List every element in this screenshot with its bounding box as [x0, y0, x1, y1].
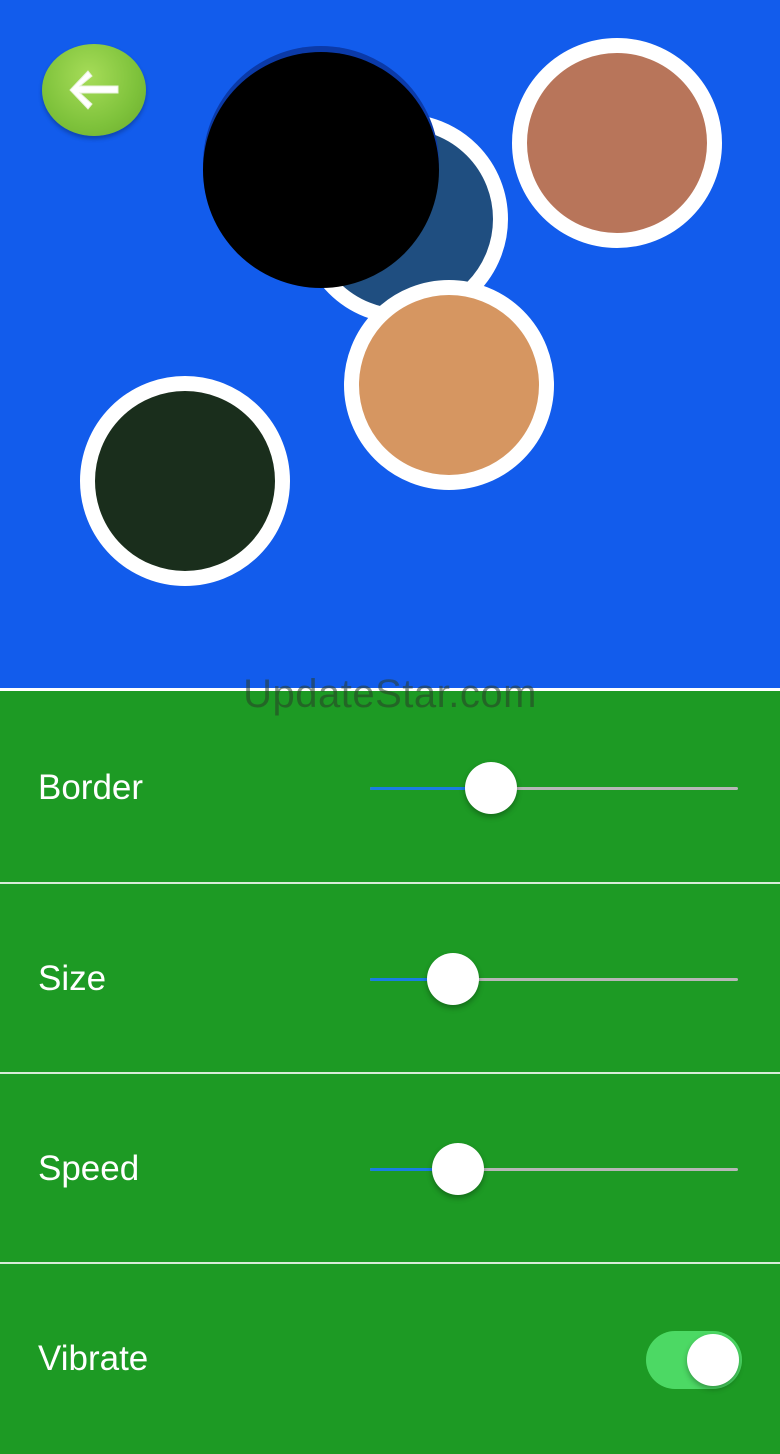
settings-row-border: Border — [0, 693, 780, 883]
back-button[interactable] — [42, 44, 146, 136]
bubble-orange[interactable] — [344, 280, 554, 490]
border-label: Border — [38, 768, 144, 807]
settings-row-speed: Speed — [0, 1074, 780, 1264]
arrow-left-icon — [69, 70, 119, 110]
bubble-black[interactable] — [203, 52, 439, 288]
speed-label: Speed — [38, 1149, 140, 1188]
vibrate-toggle[interactable] — [646, 1331, 742, 1389]
speed-slider[interactable] — [370, 1139, 738, 1199]
size-label: Size — [38, 959, 107, 998]
settings-row-size: Size — [0, 884, 780, 1074]
bubble-dark-green[interactable] — [80, 376, 290, 586]
size-slider[interactable] — [370, 949, 738, 1009]
bubble-brown[interactable] — [512, 38, 722, 248]
slider-thumb[interactable] — [465, 762, 518, 814]
canvas-divider — [0, 688, 780, 691]
border-slider[interactable] — [370, 758, 738, 818]
slider-thumb[interactable] — [426, 953, 479, 1005]
slider-thumb[interactable] — [432, 1143, 485, 1195]
vibrate-label: Vibrate — [38, 1339, 149, 1378]
toggle-knob — [687, 1334, 739, 1386]
bubble-canvas[interactable] — [0, 0, 780, 688]
